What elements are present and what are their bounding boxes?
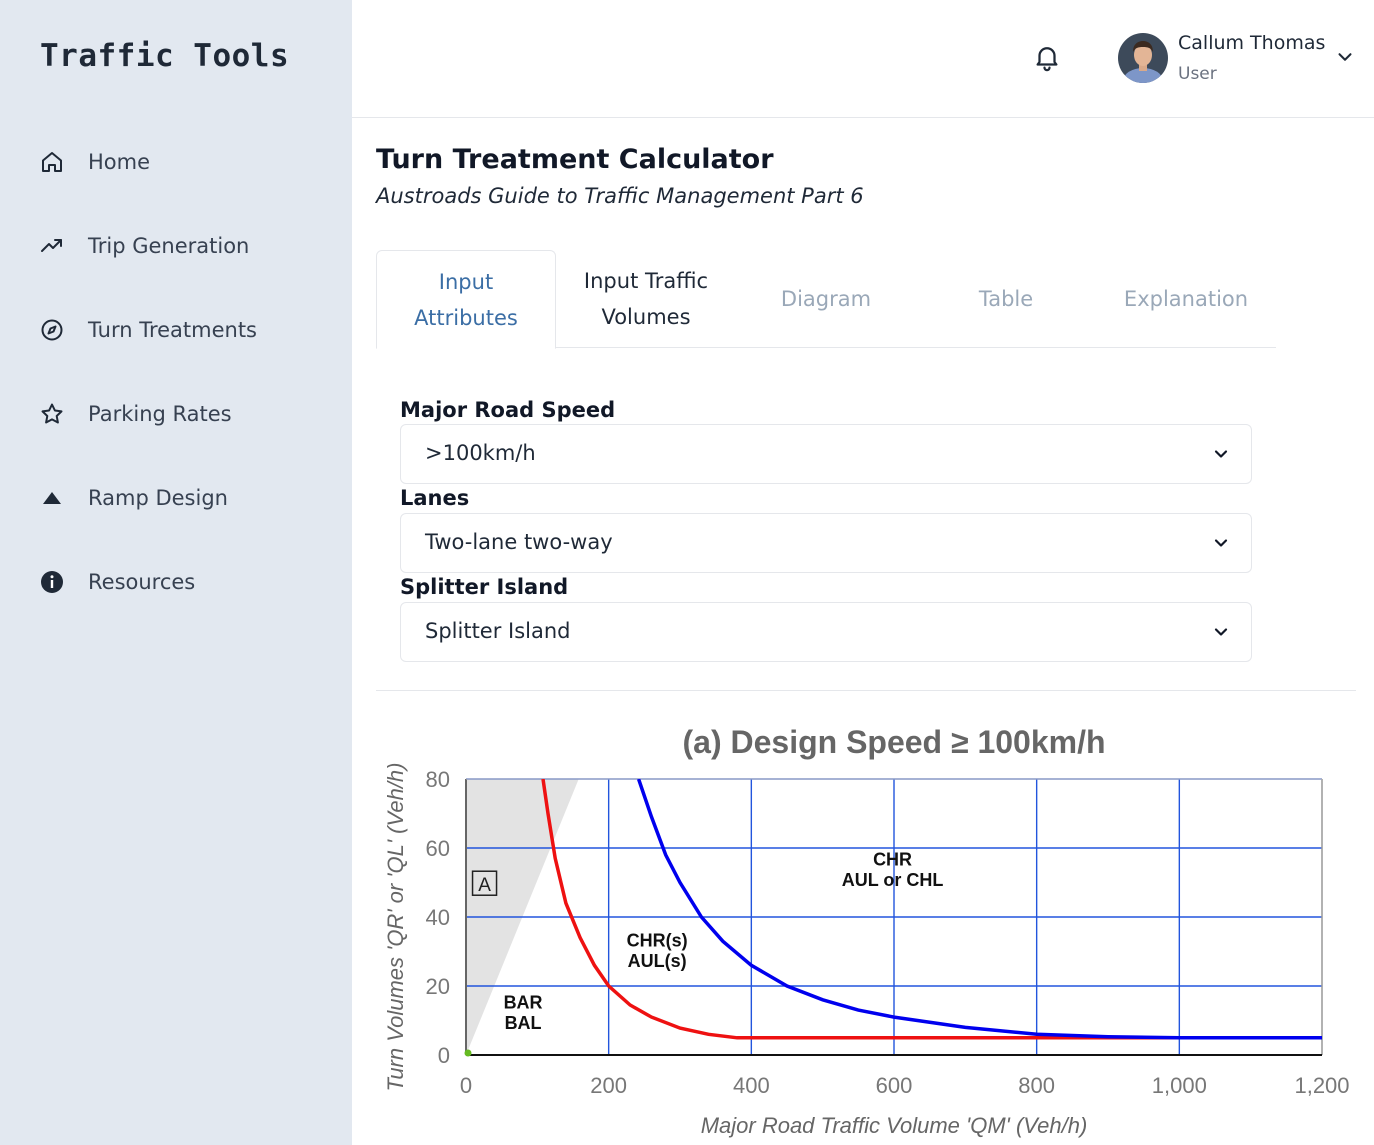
sidebar-item-label: Turn Treatments (88, 318, 257, 342)
tab-label-line2: Volumes (601, 305, 691, 329)
sidebar-item-trip-generation[interactable]: Trip Generation (38, 226, 328, 266)
chart-svg: 0 200 400 600 800 1,000 1,200 0 20 40 60 80 (a) Desi… (383, 724, 1350, 1138)
tab-label: Diagram (780, 287, 872, 311)
tab-explanation[interactable]: Explanation (1096, 250, 1276, 348)
tab-table[interactable]: Table (916, 250, 1096, 348)
tab-label-line1: Input (438, 269, 494, 294)
star-icon (38, 400, 66, 428)
select-value: >100km/h (425, 441, 536, 465)
top-header: Callum Thomas User (352, 0, 1374, 118)
region-annotation: AUL or CHL (842, 870, 944, 890)
x-tick-label: 1,200 (1294, 1073, 1349, 1098)
sidebar-item-ramp-design[interactable]: Ramp Design (38, 478, 328, 518)
triangle-icon (38, 484, 66, 512)
tab-label-line1: Input Traffic (583, 269, 709, 293)
region-a-label: A (478, 875, 491, 896)
splitter-island-label: Splitter Island (400, 575, 569, 599)
x-tick-label: 400 (733, 1073, 770, 1098)
chevron-down-icon (1211, 533, 1231, 553)
select-value: Two-lane two-way (425, 530, 613, 554)
origin-marker (464, 1049, 472, 1057)
home-icon (38, 148, 66, 176)
tab-diagram[interactable]: Diagram (736, 250, 916, 348)
lanes-select[interactable]: Two-lane two-way (400, 513, 1252, 573)
sidebar-item-label: Ramp Design (88, 486, 228, 510)
region-annotation: AUL(s) (628, 951, 687, 971)
chevron-down-icon (1211, 444, 1231, 464)
x-tick-label: 0 (460, 1073, 472, 1098)
tab-label: Explanation (1123, 287, 1249, 311)
sidebar-item-turn-treatments[interactable]: Turn Treatments (38, 310, 328, 350)
series-line (636, 779, 1322, 1040)
chevron-down-icon[interactable] (1334, 46, 1356, 68)
bell-icon[interactable] (1032, 42, 1062, 72)
tab-label-line2: Attributes (414, 305, 518, 330)
trending-up-icon (38, 232, 66, 260)
sidebar-item-label: Trip Generation (88, 234, 250, 258)
tab-input-attributes[interactable]: Input Attributes (376, 250, 556, 349)
section-divider (376, 690, 1356, 691)
tab-bar: Input Attributes Input Traffic Volumes Dia… (376, 250, 1276, 349)
region-annotation: BAR (504, 992, 543, 1012)
user-role: User (1178, 64, 1217, 84)
avatar[interactable] (1118, 33, 1168, 83)
y-tick-label: 0 (438, 1043, 450, 1068)
tab-input-traffic-volumes[interactable]: Input Traffic Volumes (556, 250, 736, 348)
app-window: Traffic Tools Home Trip Generation Turn … (0, 0, 1374, 1145)
compass-icon (38, 316, 66, 344)
y-axis-title: Turn Volumes 'QR' or 'QL' (Veh/h) (383, 763, 408, 1092)
sidebar-item-label: Home (88, 150, 151, 174)
region-annotation: CHR (873, 849, 912, 869)
select-value: Splitter Island (425, 619, 571, 643)
sidebar-item-resources[interactable]: Resources (38, 562, 328, 602)
splitter-island-select[interactable]: Splitter Island (400, 602, 1252, 662)
page-subtitle: Austroads Guide to Traffic Management Pa… (376, 184, 864, 208)
y-tick-label: 60 (426, 836, 450, 861)
x-tick-label: 800 (1018, 1073, 1055, 1098)
sidebar-item-home[interactable]: Home (38, 142, 328, 182)
region-annotation: BAL (505, 1013, 542, 1033)
lanes-label: Lanes (400, 486, 470, 510)
x-tick-label: 200 (590, 1073, 627, 1098)
chart-title: (a) Design Speed ≥ 100km/h (682, 724, 1105, 760)
region-annotation: CHR(s) (627, 930, 688, 950)
series-line (541, 779, 1180, 1040)
chevron-down-icon (1211, 622, 1231, 642)
x-tick-label: 1,000 (1152, 1073, 1207, 1098)
y-tick-label: 20 (426, 974, 450, 999)
y-tick-label: 80 (426, 767, 450, 792)
major-road-speed-label: Major Road Speed (400, 398, 616, 422)
turn-warrant-chart: 0 200 400 600 800 1,000 1,200 0 20 40 60 80 (a) Desi… (376, 705, 1366, 1145)
brand-logo[interactable]: Traffic Tools (40, 38, 289, 74)
x-axis-title: Major Road Traffic Volume 'QM' (Veh/h) (701, 1113, 1088, 1138)
x-tick-label: 600 (876, 1073, 913, 1098)
info-icon (38, 568, 66, 596)
tab-label: Table (978, 287, 1034, 311)
sidebar: Traffic Tools Home Trip Generation Turn … (0, 0, 352, 1145)
user-name: Callum Thomas (1178, 32, 1326, 54)
sidebar-item-label: Parking Rates (88, 402, 232, 426)
y-tick-label: 40 (426, 905, 450, 930)
sidebar-item-parking-rates[interactable]: Parking Rates (38, 394, 328, 434)
major-road-speed-select[interactable]: >100km/h (400, 424, 1252, 484)
sidebar-item-label: Resources (88, 570, 196, 594)
page-title: Turn Treatment Calculator (376, 144, 774, 175)
